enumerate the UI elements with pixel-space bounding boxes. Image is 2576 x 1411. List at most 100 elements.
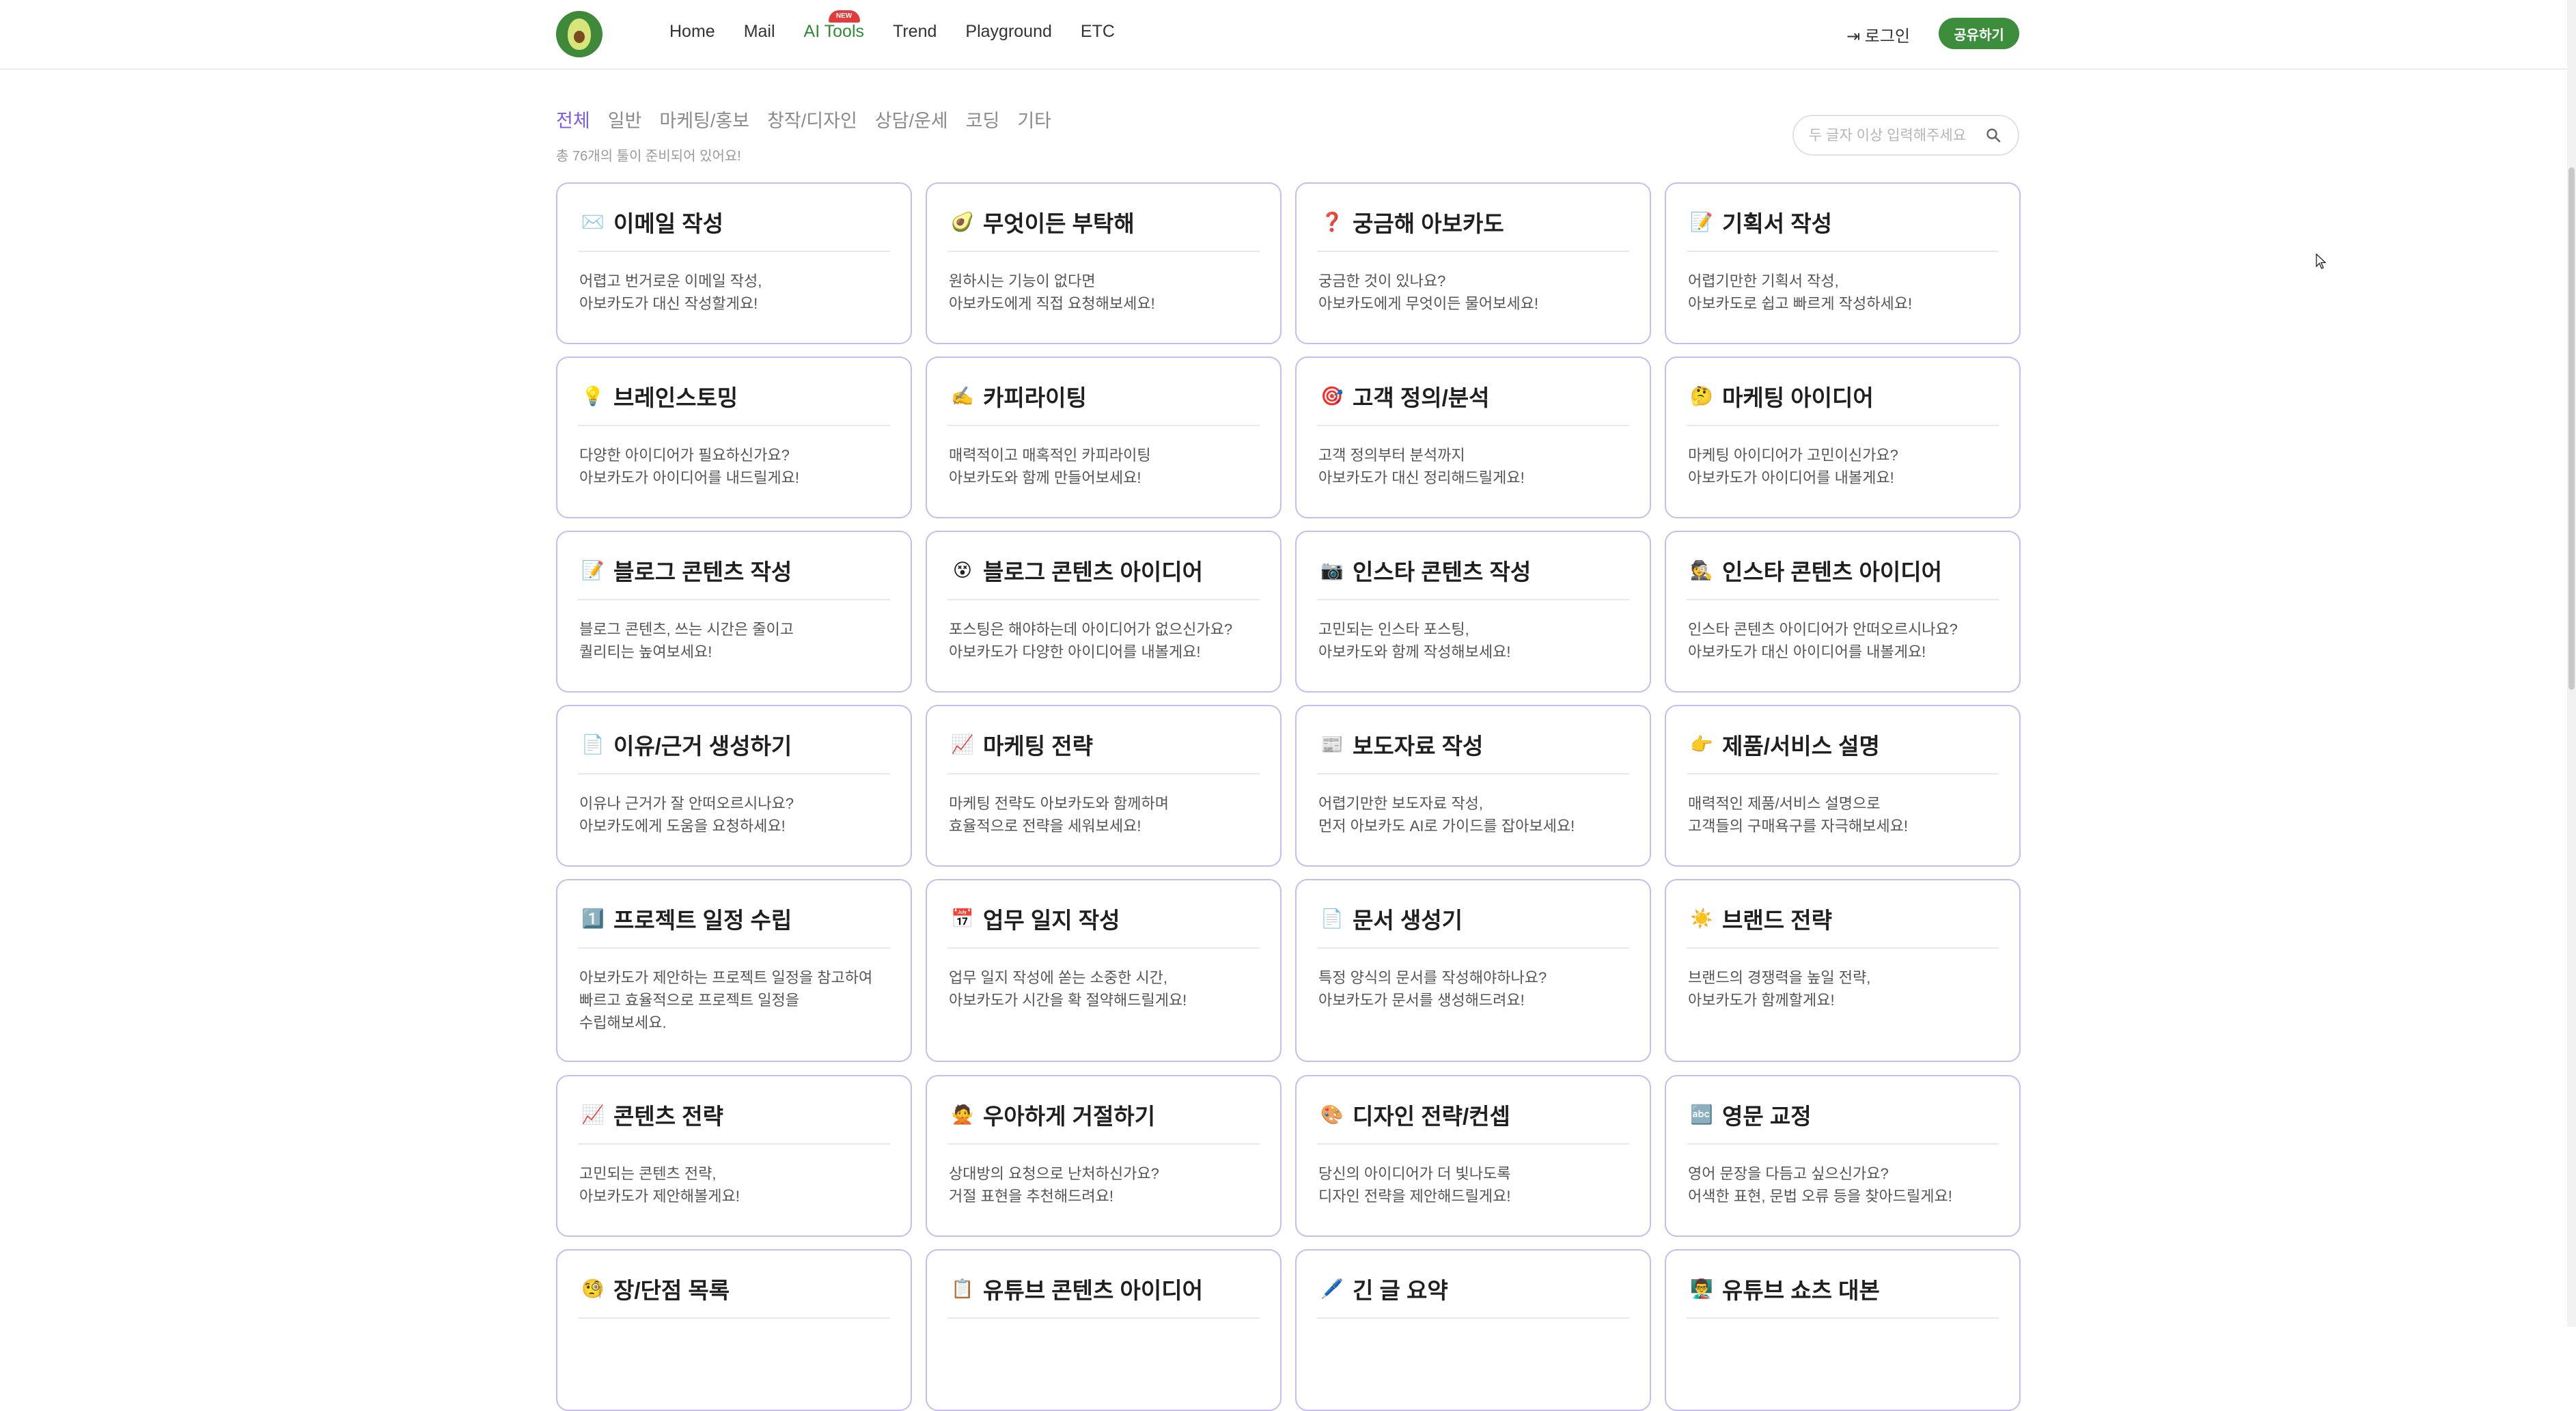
tool-card[interactable]: 📝 기획서 작성 어렵기만한 기획서 작성, 아보카도로 쉽고 빠르게 작성하세요!: [1665, 182, 2021, 344]
search-icon[interactable]: [1985, 127, 2002, 143]
card-title: 블로그 콘텐츠 작성: [613, 559, 792, 585]
nav-item-home[interactable]: Home: [669, 22, 715, 42]
card-header: 💡 브레인스토밍: [581, 380, 738, 413]
tab-6[interactable]: 기타: [1017, 106, 1051, 132]
tool-emoji-icon: 1️⃣: [581, 908, 605, 929]
card-description: 포스팅은 해야하는데 아이디어가 없으신가요? 아보카도가 다양한 아이디어를 내…: [949, 618, 1266, 663]
tool-card[interactable]: 📋 유튜브 콘텐츠 아이디어: [926, 1249, 1282, 1411]
card-description-line: 디자인 전략을 제안해드릴게요!: [1318, 1188, 1511, 1205]
card-description-line: 인스타 콘텐츠 아이디어가 안떠오르시나요?: [1688, 621, 1958, 638]
card-description-line: 아보카도가 제안하는 프로젝트 일정을 참고하여: [579, 969, 873, 986]
tool-card[interactable]: 🖊️ 긴 글 요약: [1295, 1249, 1651, 1411]
tool-card[interactable]: 🙅 우아하게 거절하기 상대방의 요청으로 난처하신가요? 거절 표현을 추천해드려요…: [926, 1075, 1282, 1237]
tool-card[interactable]: 🎯 고객 정의/분석 고객 정의부터 분석까지 아보카도가 대신 정리해드릴게요!: [1295, 357, 1651, 518]
card-description-line: 고민되는 인스타 포스팅,: [1318, 621, 1469, 638]
nav-item-etc[interactable]: ETC: [1081, 22, 1115, 42]
tool-emoji-icon: ❓: [1320, 212, 1344, 232]
search-input[interactable]: [1808, 124, 1984, 148]
tool-card[interactable]: 👨‍🏫 유튜브 쇼츠 대본: [1665, 1249, 2021, 1411]
nav-item-label: Playground: [965, 22, 1052, 41]
tool-emoji-icon: 🤔: [1690, 386, 1713, 406]
card-header: 📈 마케팅 전략: [950, 728, 1093, 761]
tab-2[interactable]: 마케팅/홍보: [659, 106, 749, 132]
tool-card[interactable]: ✉️ 이메일 작성 어렵고 번거로운 이메일 작성, 아보카도가 대신 작성할게요!: [556, 182, 912, 344]
tool-card[interactable]: 🕵️ 인스타 콘텐츠 아이디어 인스타 콘텐츠 아이디어가 안떠오르시나요? 아보카도…: [1665, 531, 2021, 693]
card-divider: [1687, 599, 1999, 600]
tool-card[interactable]: 🎨 디자인 전략/컨셉 당신의 아이디어가 더 빛나도록 디자인 전략을 제안해드릴게…: [1295, 1075, 1651, 1237]
card-title: 콘텐츠 전략: [613, 1104, 723, 1129]
tool-card[interactable]: 1️⃣ 프로젝트 일정 수립 아보카도가 제안하는 프로젝트 일정을 참고하여 빠르고…: [556, 879, 912, 1062]
card-description-line: 마케팅 전략도 아보카도와 함께하며: [949, 795, 1169, 812]
card-divider: [1317, 947, 1629, 949]
card-description: 고민되는 인스타 포스팅, 아보카도와 함께 작성해보세요!: [1318, 618, 1636, 663]
card-description-line: 아보카도가 대신 아이디어를 내볼게요!: [1688, 643, 1926, 660]
nav-item-mail[interactable]: Mail: [744, 22, 775, 42]
card-description-line: 어렵기만한 기획서 작성,: [1688, 273, 1839, 290]
login-button[interactable]: ⇥ 로그인: [1846, 23, 1910, 46]
tool-emoji-icon: 👨‍🏫: [1690, 1279, 1713, 1299]
card-header: 📝 기획서 작성: [1689, 206, 1832, 238]
tab-5[interactable]: 코딩: [966, 106, 1000, 132]
tab-1[interactable]: 일반: [608, 106, 642, 132]
card-description-line: 아보카도에게 직접 요청해보세요!: [949, 295, 1155, 312]
card-description: 다양한 아이디어가 필요하신가요? 아보카도가 아이디어를 내드릴게요!: [579, 444, 897, 489]
tool-card[interactable]: 🧐 장/단점 목록: [556, 1249, 912, 1411]
tab-0[interactable]: 전체: [556, 106, 590, 132]
tool-card[interactable]: 😵 블로그 콘텐츠 아이디어 포스팅은 해야하는데 아이디어가 없으신가요? 아보카도…: [926, 531, 1282, 693]
tab-3[interactable]: 창작/디자인: [767, 106, 857, 132]
tool-card[interactable]: 📷 인스타 콘텐츠 작성 고민되는 인스타 포스팅, 아보카도와 함께 작성해보세요!: [1295, 531, 1651, 693]
card-title: 궁금해 아보카도: [1353, 211, 1504, 236]
card-divider: [1687, 947, 1999, 949]
card-divider: [1687, 251, 1999, 252]
card-title: 영문 교정: [1722, 1104, 1812, 1129]
tool-card[interactable]: ❓ 궁금해 아보카도 궁금한 것이 있나요? 아보카도에게 무엇이든 물어보세요!: [1295, 182, 1651, 344]
tool-emoji-icon: 📷: [1320, 560, 1344, 581]
tool-emoji-icon: ☀️: [1690, 908, 1713, 929]
card-description-line: 매력적이고 매혹적인 카피라이팅: [949, 447, 1151, 464]
card-description-line: 다양한 아이디어가 필요하신가요?: [579, 447, 790, 464]
card-description-line: 어색한 표현, 문법 오류 등을 찾아드릴게요!: [1688, 1188, 1952, 1205]
tool-card[interactable]: 👉 제품/서비스 설명 매력적인 제품/서비스 설명으로 고객들의 구매욕구를 자극해…: [1665, 705, 2021, 867]
tool-emoji-icon: 📋: [951, 1279, 974, 1299]
card-description-line: 거절 표현을 추천해드려요!: [949, 1188, 1113, 1205]
card-divider: [578, 251, 890, 252]
tool-card[interactable]: 📄 이유/근거 생성하기 이유나 근거가 잘 안떠오르시나요? 아보카도에게 도움을 …: [556, 705, 912, 867]
card-description-line: 업무 일지 작성에 쏟는 소중한 시간,: [949, 969, 1168, 986]
tab-4[interactable]: 상담/운세: [875, 106, 948, 132]
tool-card[interactable]: 💡 브레인스토밍다양한 아이디어가 필요하신가요? 아보카도가 아이디어를 내드릴게…: [556, 357, 912, 518]
tool-card[interactable]: 🥑 무엇이든 부탁해 원하시는 기능이 없다면 아보카도에게 직접 요청해보세요!: [926, 182, 1282, 344]
nav-item-trend[interactable]: Trend: [893, 22, 937, 42]
tool-card[interactable]: 📝 블로그 콘텐츠 작성 블로그 콘텐츠, 쓰는 시간은 줄이고 퀄리티는 높여보세요…: [556, 531, 912, 693]
card-header: 🔤 영문 교정: [1689, 1098, 1812, 1131]
card-title: 디자인 전략/컨셉: [1353, 1104, 1510, 1129]
tool-card[interactable]: 📈 마케팅 전략 마케팅 전략도 아보카도와 함께하며 효율적으로 전략을 세워보세요…: [926, 705, 1282, 867]
tool-card[interactable]: 📅 업무 일지 작성 업무 일지 작성에 쏟는 소중한 시간, 아보카도가 시간을 확…: [926, 879, 1282, 1062]
nav-item-ai-tools[interactable]: AI Tools NEW: [804, 10, 864, 42]
card-divider: [947, 1143, 1260, 1145]
nav-item-playground[interactable]: Playground: [965, 22, 1051, 42]
card-description: 매력적이고 매혹적인 카피라이팅 아보카도와 함께 만들어보세요!: [949, 444, 1266, 489]
scrollbar-thumb[interactable]: [2568, 167, 2575, 690]
tool-card[interactable]: 🔤 영문 교정 영어 문장을 다듬고 싶으신가요? 어색한 표현, 문법 오류 등을 …: [1665, 1075, 2021, 1237]
main-nav: Home Mail AI Tools NEW Trend Playground ETC: [669, 10, 1144, 42]
card-divider: [578, 1317, 890, 1319]
tool-emoji-icon: 🎯: [1320, 386, 1344, 406]
share-button[interactable]: 공유하기: [1939, 18, 2019, 49]
card-header: ✍️ 카피라이팅: [950, 380, 1087, 413]
tool-card[interactable]: 📰 보도자료 작성 어렵기만한 보도자료 작성, 먼저 아보카도 AI로 가이드를 잡…: [1295, 705, 1651, 867]
tool-emoji-icon: 🎨: [1320, 1104, 1344, 1125]
card-description-line: 아보카도에게 도움을 요청하세요!: [579, 818, 786, 835]
tool-emoji-icon: 👉: [1690, 734, 1713, 755]
tool-card[interactable]: ☀️ 브랜드 전략 브랜드의 경쟁력을 높일 전략, 아보카도가 함께할게요!: [1665, 879, 2021, 1062]
card-title: 카피라이팅: [983, 385, 1087, 410]
tool-card[interactable]: 📈 콘텐츠 전략 고민되는 콘텐츠 전략, 아보카도가 제안해볼게요!: [556, 1075, 912, 1237]
tool-card[interactable]: 🤔 마케팅 아이디어 마케팅 아이디어가 고민이신가요? 아보카도가 아이디어를 내볼…: [1665, 357, 2021, 518]
tool-card[interactable]: ✍️ 카피라이팅매력적이고 매혹적인 카피라이팅 아보카도와 함께 만들어보세요!: [926, 357, 1282, 518]
top-header: Home Mail AI Tools NEW Trend Playground ETC ⇥ …: [0, 0, 2576, 70]
tool-card[interactable]: 📄 문서 생성기 특정 양식의 문서를 작성해야하나요? 아보카도가 문서를 생성해드…: [1295, 879, 1651, 1062]
card-title: 인스타 콘텐츠 아이디어: [1722, 559, 1942, 585]
card-divider: [1317, 1143, 1629, 1145]
card-title: 무엇이든 부탁해: [983, 211, 1135, 236]
search-box[interactable]: [1792, 115, 2019, 156]
avocado-logo-icon[interactable]: [556, 11, 603, 57]
